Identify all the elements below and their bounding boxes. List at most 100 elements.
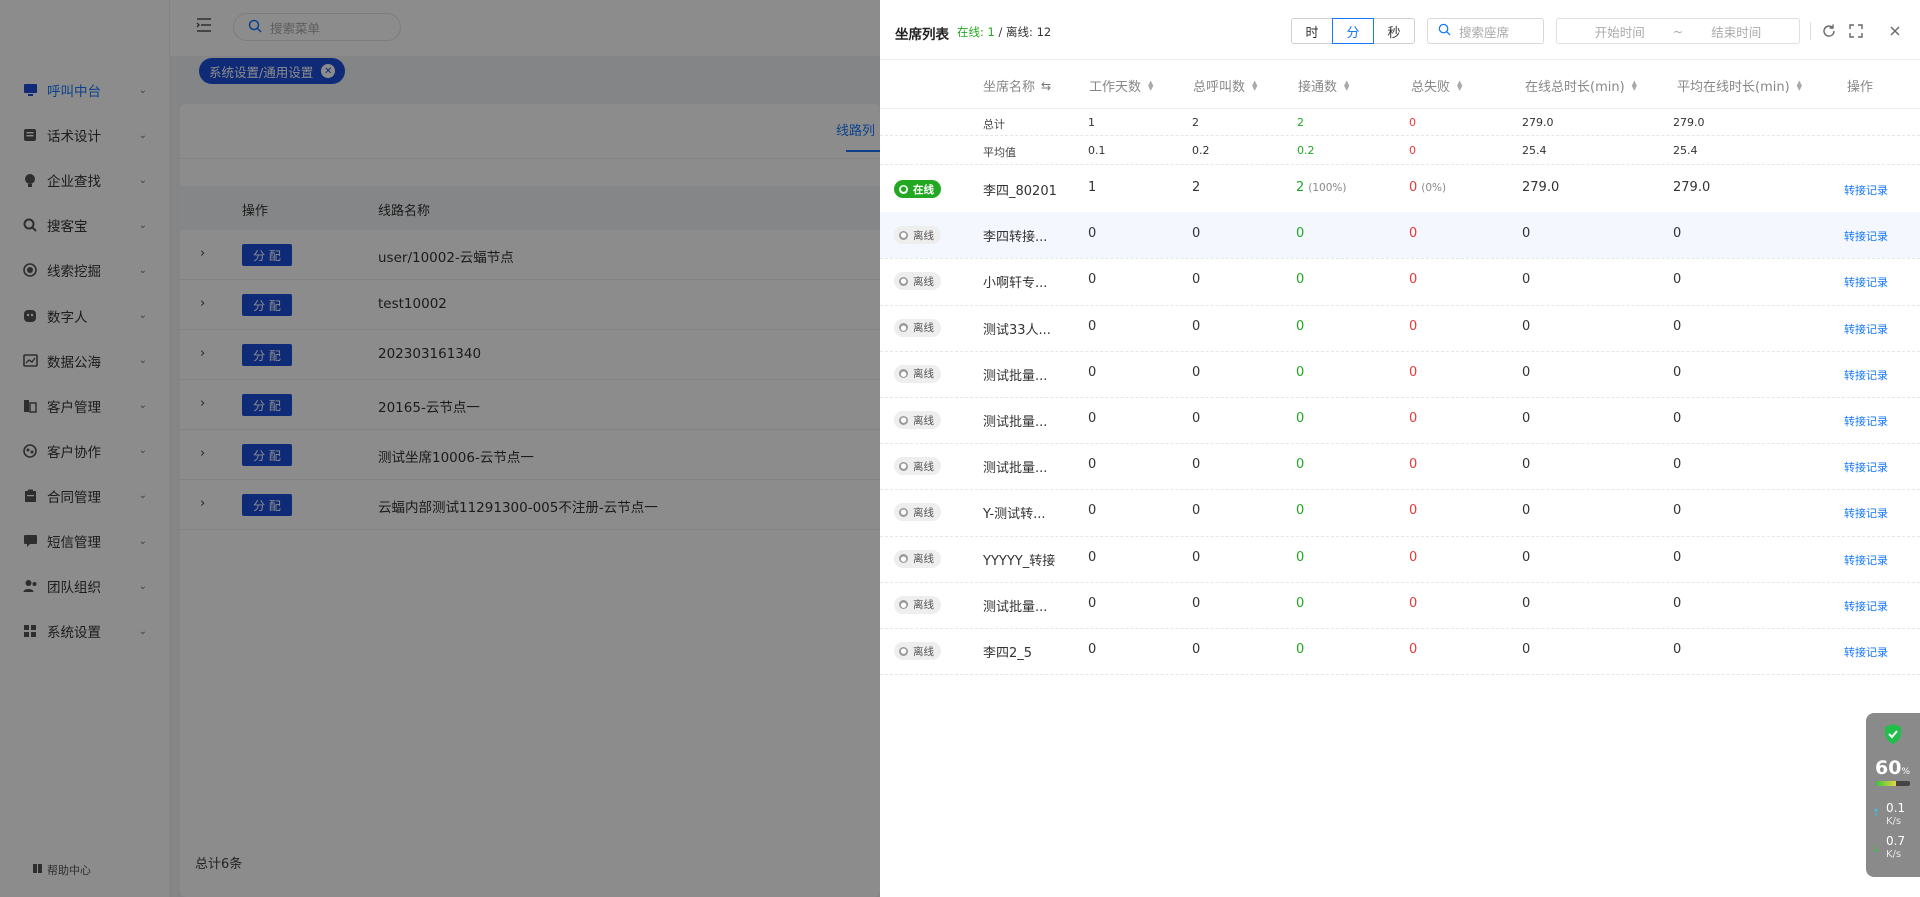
end-time-placeholder: 结束时间 [1711,24,1762,40]
transfer-record-link[interactable]: 转接记录 [1844,459,1888,475]
shield-check-icon [1883,723,1903,745]
failed-value: 0 [1409,503,1418,519]
usage-percent-unit: % [1901,767,1911,777]
unit-second-button[interactable]: 秒 [1373,18,1415,44]
download-speed: 0.7 K/s [1886,835,1905,861]
column-header-seat-name[interactable]: 坐席名称 ⇆ [983,76,1051,96]
seat-row[interactable]: ● 离线 小啊轩专... 0 0 0 0 0 0 转接记录 [880,258,1920,304]
usage-percent-value: 60 [1875,757,1902,779]
status-badge: ● 离线 [894,411,941,429]
seat-row[interactable]: ● 离线 测试批量... 0 0 0 0 0 0 转接记录 [880,582,1920,628]
seat-row[interactable]: ● 离线 李四2_5 0 0 0 0 0 0 转接记录 [880,628,1920,674]
transfer-record-link[interactable]: 转接记录 [1844,644,1888,660]
total-calls: 0 [1192,272,1201,288]
online-total: 0 [1522,411,1531,426]
seat-row[interactable]: ● 离线 测试批量... 0 0 0 0 0 0 转接记录 [880,443,1920,489]
offline-dot-icon: ● [899,230,908,240]
connected-value: 0 [1296,272,1305,288]
unit-minute-button[interactable]: 分 [1332,18,1374,44]
refresh-icon[interactable] [1821,23,1837,39]
summary-average-work-days: 0.1 [1088,144,1106,157]
transfer-record-link[interactable]: 转接记录 [1844,182,1888,198]
status-badge: ● 离线 [894,503,941,522]
total-calls: 0 [1192,364,1201,380]
failed-percent: (0%) [1421,182,1447,194]
total-calls: 0 [1192,226,1201,242]
online-average: 0 [1673,411,1682,426]
seat-name: 小啊轩专... [983,276,1048,292]
work-days: 0 [1088,364,1097,380]
transfer-record-link[interactable]: 转接记录 [1844,321,1888,337]
online-count: 1 [987,25,995,39]
status-label: 离线 [913,368,934,381]
online-average: 0 [1673,549,1682,565]
seat-row[interactable]: ● 离线 测试批量... 0 0 0 0 0 0 转接记录 [880,351,1920,397]
status-label: 离线 [913,322,934,335]
sort-swap-icon[interactable]: ⇆ [1041,79,1051,93]
connected-count: 0 [1296,411,1304,426]
transfer-record-link[interactable]: 转接记录 [1844,598,1888,614]
sort-icon[interactable]: ▲ ▼ [1457,79,1462,91]
sort-icon[interactable]: ▲ ▼ [1252,79,1257,91]
sort-icon[interactable]: ▲ ▼ [1632,79,1637,91]
online-total: 279.0 [1522,180,1560,195]
sort-icon[interactable]: ▲ ▼ [1344,79,1349,91]
transfer-record-link[interactable]: 转接记录 [1844,367,1888,383]
column-header-online-total[interactable]: 在线总时长(min) ▲ ▼ [1525,76,1637,95]
online-average: 0 [1673,364,1682,380]
transfer-record-link[interactable]: 转接记录 [1844,505,1888,521]
transfer-record-link[interactable]: 转接记录 [1844,274,1888,290]
seat-row[interactable]: ● 离线 测试批量... 0 0 0 0 0 0 转接记录 [880,397,1920,443]
status-separator: / [994,25,1007,39]
transfer-record-link[interactable]: 转接记录 [1844,552,1888,568]
connected-count: 0 [1296,365,1304,380]
online-total: 0 [1522,364,1531,380]
seat-list-drawer: 坐席列表 在线: 1 / 离线: 12 时 分 秒 搜索座席 开始时间 ~ 结束… [880,0,1920,897]
failed-value: 0 [1409,595,1418,611]
seat-row[interactable]: ● 离线 李四转接... 0 0 0 0 0 0 转接记录 [880,212,1920,259]
sort-icon[interactable]: ▲ ▼ [1148,79,1153,91]
fullscreen-icon[interactable] [1848,23,1864,39]
transfer-record-link[interactable]: 转接记录 [1844,228,1888,244]
failed-count: 0 [1409,457,1417,472]
column-header-online-avg[interactable]: 平均在线时长(min) ▲ ▼ [1677,76,1802,95]
date-range-picker[interactable]: 开始时间 ~ 结束时间 [1556,18,1800,44]
column-header-actions: 操作 [1847,76,1873,95]
summary-total-online-avg: 279.0 [1673,116,1705,129]
transfer-record-link[interactable]: 转接记录 [1844,413,1888,429]
network-speed-widget[interactable]: 60% ↑ 0.1 K/s ↓ 0.7 K/s [1866,713,1920,877]
online-total: 0 [1522,595,1531,611]
seat-search-input[interactable]: 搜索座席 [1427,18,1544,44]
connected-value: 0 [1296,549,1305,565]
summary-average-connected: 0.2 [1297,144,1315,157]
total-calls: 0 [1192,549,1201,565]
column-header-work-days[interactable]: 工作天数 ▲ ▼ [1089,76,1153,95]
range-separator: ~ [1672,23,1684,39]
sort-icon[interactable]: ▲ ▼ [1797,79,1802,91]
seat-row[interactable]: ● 离线 Y-测试转... 0 0 0 0 0 0 转接记录 [880,489,1920,535]
close-icon[interactable] [1887,23,1903,39]
work-days: 0 [1088,503,1097,519]
seat-name: 李四_80201 [983,184,1057,199]
column-header-failed[interactable]: 总失败 ▲ ▼ [1411,76,1462,95]
modal-mask[interactable] [0,0,880,897]
seat-name: 测试批量... [983,461,1048,477]
seat-row[interactable]: ● 离线 测试33人... 0 0 0 0 0 0 转接记录 [880,305,1920,351]
usage-percent: 60% [1875,757,1910,779]
status-label: 离线 [913,506,934,519]
column-label: 总失败 [1411,80,1451,95]
seat-status-summary: 在线: 1 / 离线: 12 [957,24,1051,40]
usage-bar [1876,781,1910,786]
connected-count: 2 (100%) [1296,180,1347,195]
connected-value: 0 [1296,364,1305,380]
total-calls: 0 [1192,411,1201,426]
summary-total-work-days: 1 [1088,116,1095,129]
column-header-total-calls[interactable]: 总呼叫数 ▲ ▼ [1193,76,1257,95]
seat-row[interactable]: ● 离线 YYYYY_转接 0 0 0 0 0 0 转接记录 [880,536,1920,582]
work-days: 0 [1088,642,1097,657]
unit-hour-button[interactable]: 时 [1291,18,1333,44]
column-header-connected[interactable]: 接通数 ▲ ▼ [1298,76,1349,95]
status-badge: ● 离线 [894,364,941,383]
seat-row[interactable]: ● 在线 李四_80201 1 2 2 (100%) 0 (0%) 279.0 279.0 转接记录 [880,166,1920,212]
offline-dot-icon: ● [899,369,908,379]
